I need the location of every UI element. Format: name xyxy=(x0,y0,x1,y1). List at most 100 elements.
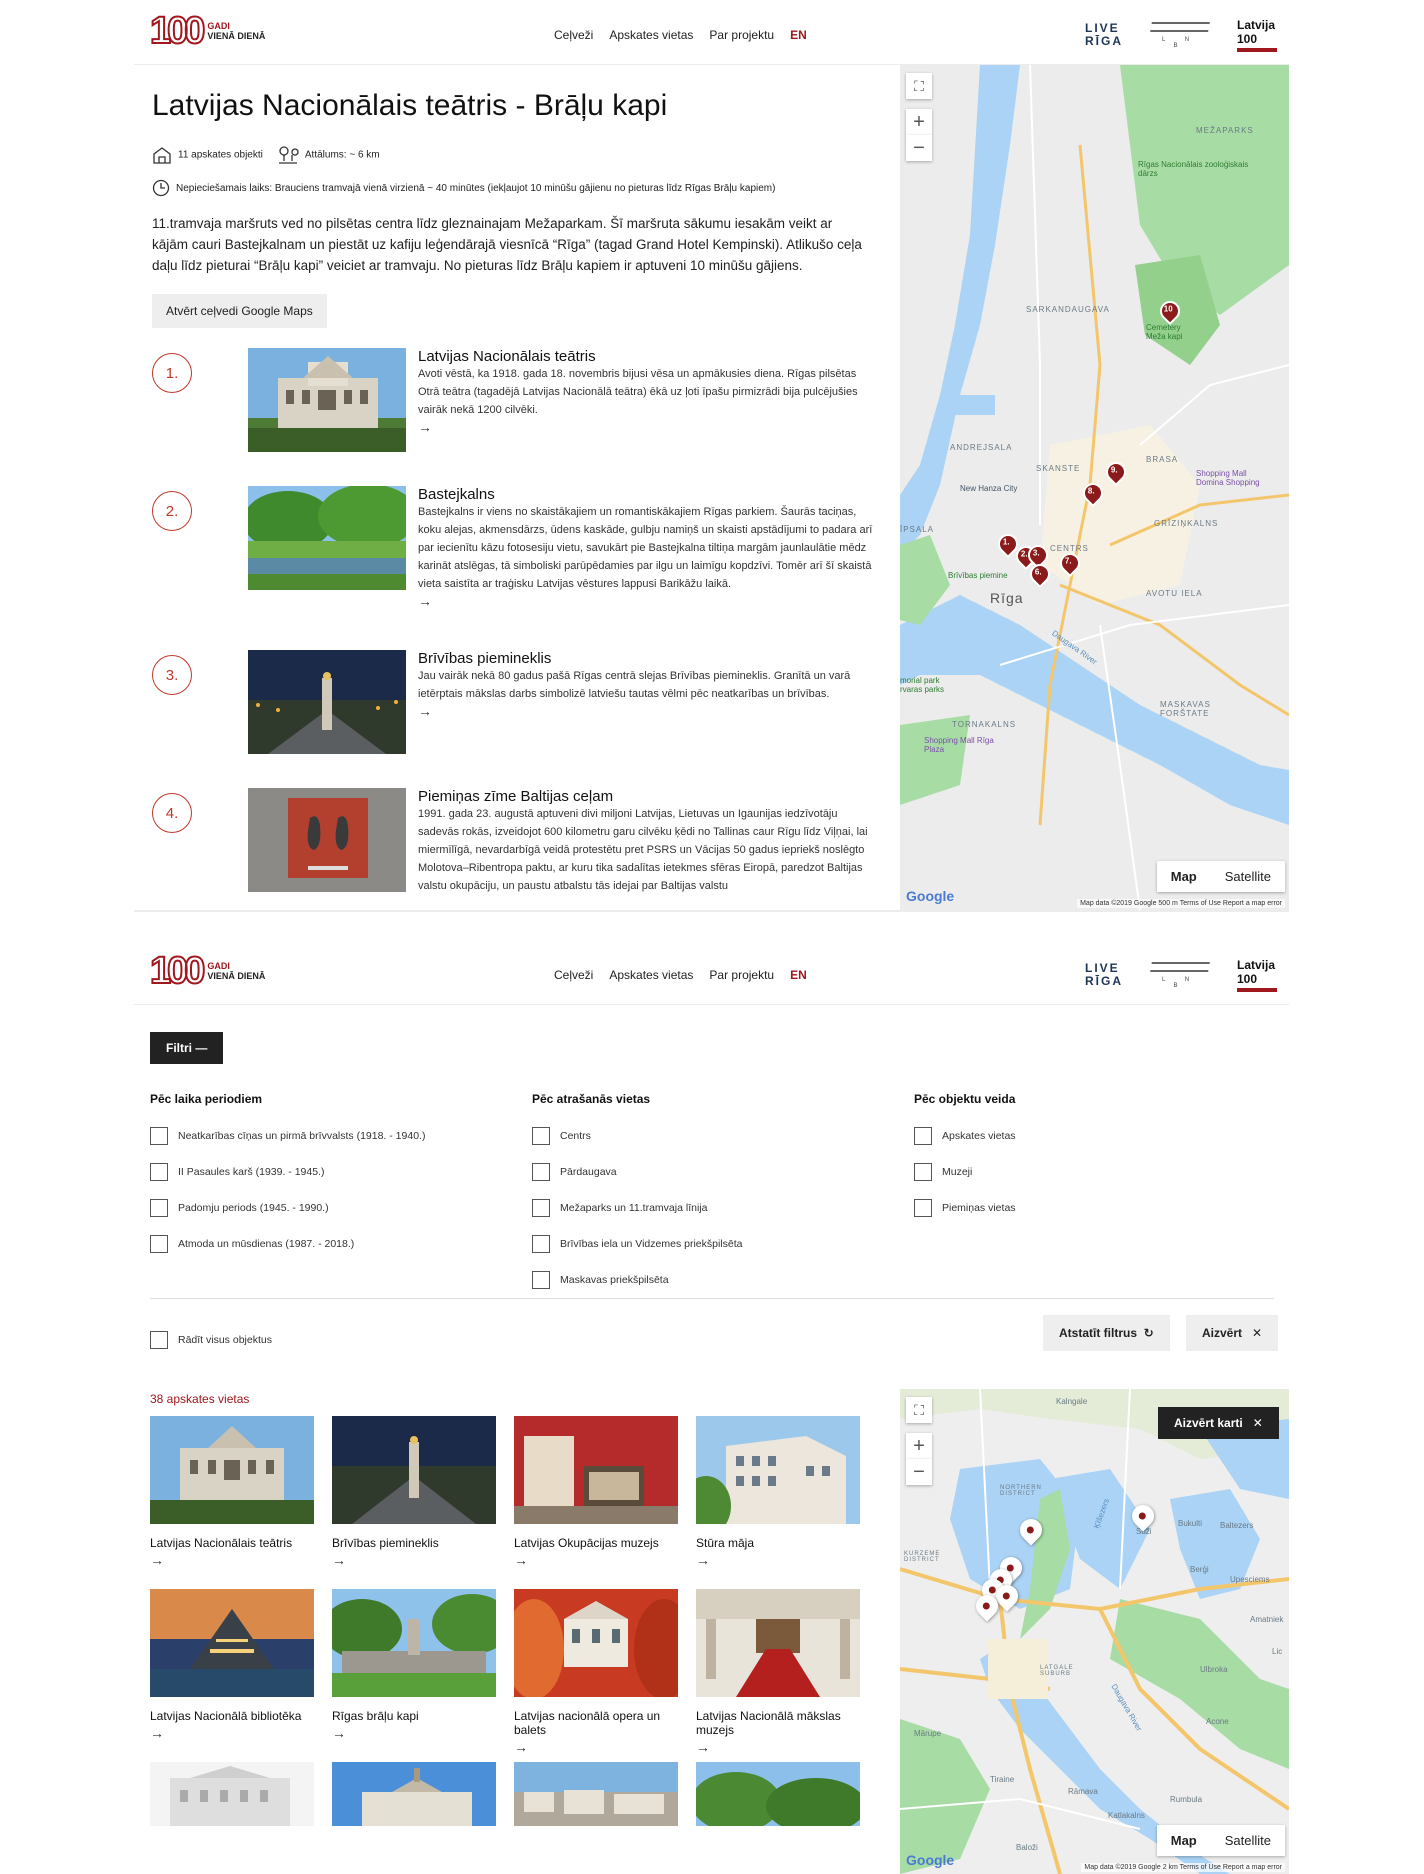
live-riga-logo[interactable]: LIVE RĪGA xyxy=(1085,22,1123,48)
nav-places[interactable]: Apskates vietas xyxy=(609,968,693,982)
place-title[interactable]: Latvijas Nacionālā bibliotēka xyxy=(150,1709,314,1723)
filter-checkbox[interactable]: Piemiņas vietas xyxy=(914,1190,1294,1226)
zoom-out-button[interactable]: − xyxy=(906,135,932,161)
arrow-right-icon[interactable]: → xyxy=(418,703,874,719)
live-riga-logo[interactable]: LIVE RĪGA xyxy=(1085,962,1123,988)
zoom-in-button[interactable]: + xyxy=(906,109,932,135)
place-photo[interactable] xyxy=(332,1416,496,1524)
checkbox-icon[interactable] xyxy=(914,1127,932,1145)
open-google-maps-button[interactable]: Atvērt ceļvedi Google Maps xyxy=(152,294,327,328)
places-map[interactable]: ⛶ + − Aizvērt karti ✕ Kalngale NORTHERN … xyxy=(900,1389,1289,1874)
stop-title[interactable]: Piemiņas zīme Baltijas ceļam xyxy=(418,788,874,805)
nav-guides[interactable]: Ceļveži xyxy=(554,968,593,982)
filter-checkbox[interactable]: Maskavas priekšpilsēta xyxy=(532,1262,912,1298)
place-photo[interactable] xyxy=(150,1762,314,1826)
filter-checkbox[interactable]: Atmoda un mūsdienas (1987. - 2018.) xyxy=(150,1226,530,1262)
map-type-map[interactable]: Map xyxy=(1157,861,1211,892)
arrow-right-icon[interactable]: → xyxy=(150,1552,314,1568)
place-photo[interactable] xyxy=(332,1589,496,1697)
place-photo[interactable] xyxy=(696,1589,860,1697)
filter-checkbox[interactable]: Apskates vietas xyxy=(914,1118,1294,1154)
place-card[interactable]: Latvijas Nacionālais teātris → xyxy=(150,1416,314,1589)
place-card[interactable] xyxy=(150,1762,314,1874)
place-photo[interactable] xyxy=(150,1589,314,1697)
place-card[interactable]: Rīgas brāļu kapi → xyxy=(332,1589,496,1762)
route-map[interactable]: ⛶ + − MEŽAPARKS Rīgas Nacionālais zooloģ… xyxy=(900,65,1289,910)
map-attribution[interactable]: Map data ©2019 Google 500 m Terms of Use… xyxy=(1077,899,1285,908)
place-card[interactable] xyxy=(514,1762,678,1874)
arrow-right-icon[interactable]: → xyxy=(514,1552,678,1568)
checkbox-icon[interactable] xyxy=(150,1331,168,1349)
checkbox-icon[interactable] xyxy=(914,1163,932,1181)
freedom-monument-photo[interactable] xyxy=(248,650,406,754)
filter-checkbox[interactable]: Muzeji xyxy=(914,1154,1294,1190)
checkbox-icon[interactable] xyxy=(532,1271,550,1289)
fullscreen-icon[interactable]: ⛶ xyxy=(906,73,932,99)
checkbox-icon[interactable] xyxy=(532,1127,550,1145)
show-all-checkbox[interactable]: Rādīt visus objektus xyxy=(150,1322,272,1358)
stop-title[interactable]: Latvijas Nacionālais teātris xyxy=(418,348,874,365)
place-card[interactable]: Latvijas Nacionālā bibliotēka → xyxy=(150,1589,314,1762)
filter-checkbox[interactable]: Neatkarības cīņas un pirmā brīvvalsts (1… xyxy=(150,1118,530,1154)
arrow-right-icon[interactable]: → xyxy=(332,1552,496,1568)
lnb-logo[interactable]: L N B xyxy=(1150,961,1210,989)
close-map-button[interactable]: Aizvērt karti ✕ xyxy=(1158,1407,1279,1439)
site-logo[interactable]: 100 GADI VIENĀ DIENĀ xyxy=(149,951,265,991)
place-title[interactable]: Latvijas nacionālā opera un balets xyxy=(514,1709,678,1737)
map-type-satellite[interactable]: Satellite xyxy=(1211,1825,1285,1856)
map-type-map[interactable]: Map xyxy=(1157,1825,1211,1856)
place-title[interactable]: Latvijas Nacionālā mākslas muzejs xyxy=(696,1709,860,1737)
checkbox-icon[interactable] xyxy=(150,1199,168,1217)
arrow-right-icon[interactable]: → xyxy=(418,419,874,435)
lang-switch[interactable]: EN xyxy=(790,28,807,42)
place-title[interactable]: Latvijas Nacionālais teātris xyxy=(150,1536,314,1550)
map-type-satellite[interactable]: Satellite xyxy=(1211,861,1285,892)
filter-checkbox[interactable]: Pārdaugava xyxy=(532,1154,912,1190)
filter-checkbox[interactable]: Brīvības iela un Vidzemes priekšpilsēta xyxy=(532,1226,912,1262)
arrow-right-icon[interactable]: → xyxy=(696,1739,860,1755)
checkbox-icon[interactable] xyxy=(532,1235,550,1253)
place-card[interactable]: Stūra māja → xyxy=(696,1416,860,1589)
place-photo[interactable] xyxy=(514,1416,678,1524)
filter-checkbox[interactable]: Centrs xyxy=(532,1118,912,1154)
latvija100-logo[interactable]: Latvija 100 xyxy=(1237,958,1277,992)
nav-places[interactable]: Apskates vietas xyxy=(609,28,693,42)
close-filters-button[interactable]: Aizvērt ✕ xyxy=(1186,1315,1279,1351)
place-photo[interactable] xyxy=(514,1589,678,1697)
place-card[interactable]: Latvijas Okupācijas muzejs → xyxy=(514,1416,678,1589)
nav-about[interactable]: Par projektu xyxy=(709,28,774,42)
stop-title[interactable]: Brīvības piemineklis xyxy=(418,650,874,667)
filters-toggle-button[interactable]: Filtri — xyxy=(150,1032,224,1064)
nav-about[interactable]: Par projektu xyxy=(709,968,774,982)
filter-checkbox[interactable]: II Pasaules karš (1939. - 1945.) xyxy=(150,1154,530,1190)
fullscreen-icon[interactable]: ⛶ xyxy=(906,1397,932,1423)
place-card[interactable] xyxy=(332,1762,496,1874)
reset-filters-button[interactable]: Atstatīt filtrus ↻ xyxy=(1043,1315,1170,1351)
theatre-photo[interactable] xyxy=(248,348,406,452)
place-title[interactable]: Brīvības piemineklis xyxy=(332,1536,496,1550)
checkbox-icon[interactable] xyxy=(532,1163,550,1181)
nav-guides[interactable]: Ceļveži xyxy=(554,28,593,42)
baltic-way-photo[interactable] xyxy=(248,788,406,892)
place-photo[interactable] xyxy=(150,1416,314,1524)
arrow-right-icon[interactable]: → xyxy=(696,1552,860,1568)
zoom-out-button[interactable]: − xyxy=(906,1459,932,1485)
lnb-logo[interactable]: L N B xyxy=(1150,21,1210,49)
stop-title[interactable]: Bastejkalns xyxy=(418,486,874,503)
arrow-right-icon[interactable]: → xyxy=(150,1725,314,1741)
filter-checkbox[interactable]: Padomju periods (1945. - 1990.) xyxy=(150,1190,530,1226)
latvija100-logo[interactable]: Latvija 100 xyxy=(1237,18,1277,52)
checkbox-icon[interactable] xyxy=(914,1199,932,1217)
site-logo[interactable]: 100 GADI VIENĀ DIENĀ xyxy=(149,11,265,51)
checkbox-icon[interactable] xyxy=(150,1127,168,1145)
map-attribution[interactable]: Map data ©2019 Google 2 km Terms of Use … xyxy=(1081,1863,1285,1872)
lang-switch[interactable]: EN xyxy=(790,968,807,982)
filter-checkbox[interactable]: Mežaparks un 11.tramvaja līnija xyxy=(532,1190,912,1226)
arrow-right-icon[interactable]: → xyxy=(514,1739,678,1755)
place-photo[interactable] xyxy=(332,1762,496,1826)
checkbox-icon[interactable] xyxy=(150,1235,168,1253)
arrow-right-icon[interactable]: → xyxy=(418,593,874,609)
checkbox-icon[interactable] xyxy=(532,1199,550,1217)
place-title[interactable]: Rīgas brāļu kapi xyxy=(332,1709,496,1723)
place-photo[interactable] xyxy=(514,1762,678,1826)
